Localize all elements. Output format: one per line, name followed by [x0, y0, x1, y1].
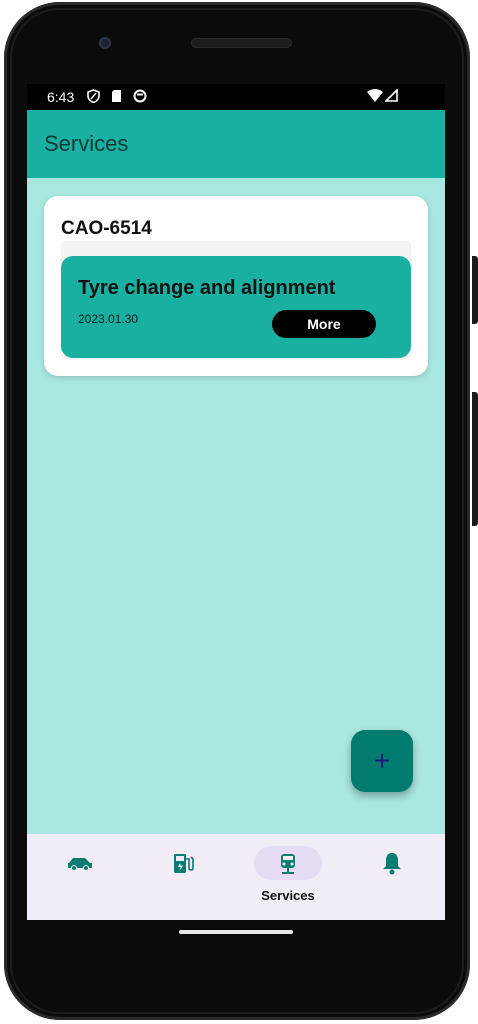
screen: 6:43 Services CAO-6514 Tyre change and a… — [27, 84, 445, 920]
service-item[interactable]: Tyre change and alignment 2023.01.30 Mor… — [61, 256, 411, 358]
plus-icon: + — [373, 745, 391, 776]
front-camera — [99, 37, 111, 49]
home-indicator[interactable] — [179, 930, 293, 934]
wifi-icon — [367, 89, 383, 105]
bottom-navigation: Services — [27, 834, 445, 920]
fuel-station-icon — [143, 850, 223, 876]
add-service-button[interactable]: + — [351, 730, 413, 792]
more-button[interactable]: More — [272, 310, 376, 338]
car-icon — [40, 850, 120, 876]
nav-item-notifications[interactable] — [352, 846, 432, 906]
nav-item-vehicles[interactable] — [40, 846, 120, 906]
service-title: Tyre change and alignment — [78, 277, 336, 299]
volume-button — [472, 392, 478, 526]
earpiece-speaker — [191, 38, 292, 48]
nav-item-services[interactable]: Services — [248, 846, 328, 906]
nav-label-services: Services — [261, 888, 315, 903]
nav-item-fuel[interactable] — [143, 846, 223, 906]
vehicle-plate: CAO-6514 — [61, 218, 152, 239]
signal-icon — [384, 88, 398, 105]
service-date: 2023.01.30 — [78, 312, 139, 326]
data-saver-icon — [133, 89, 147, 106]
app-bar: Services — [27, 110, 445, 178]
page-title: Services — [44, 131, 129, 156]
bell-icon — [352, 850, 432, 876]
shield-icon — [87, 89, 100, 106]
status-bar: 6:43 — [27, 84, 445, 110]
status-time: 6:43 — [47, 89, 75, 105]
services-vehicle-icon — [248, 850, 328, 876]
vehicle-card: CAO-6514 Tyre change and alignment 2023.… — [44, 196, 428, 376]
power-button — [472, 256, 478, 324]
sd-card-icon — [111, 89, 122, 106]
